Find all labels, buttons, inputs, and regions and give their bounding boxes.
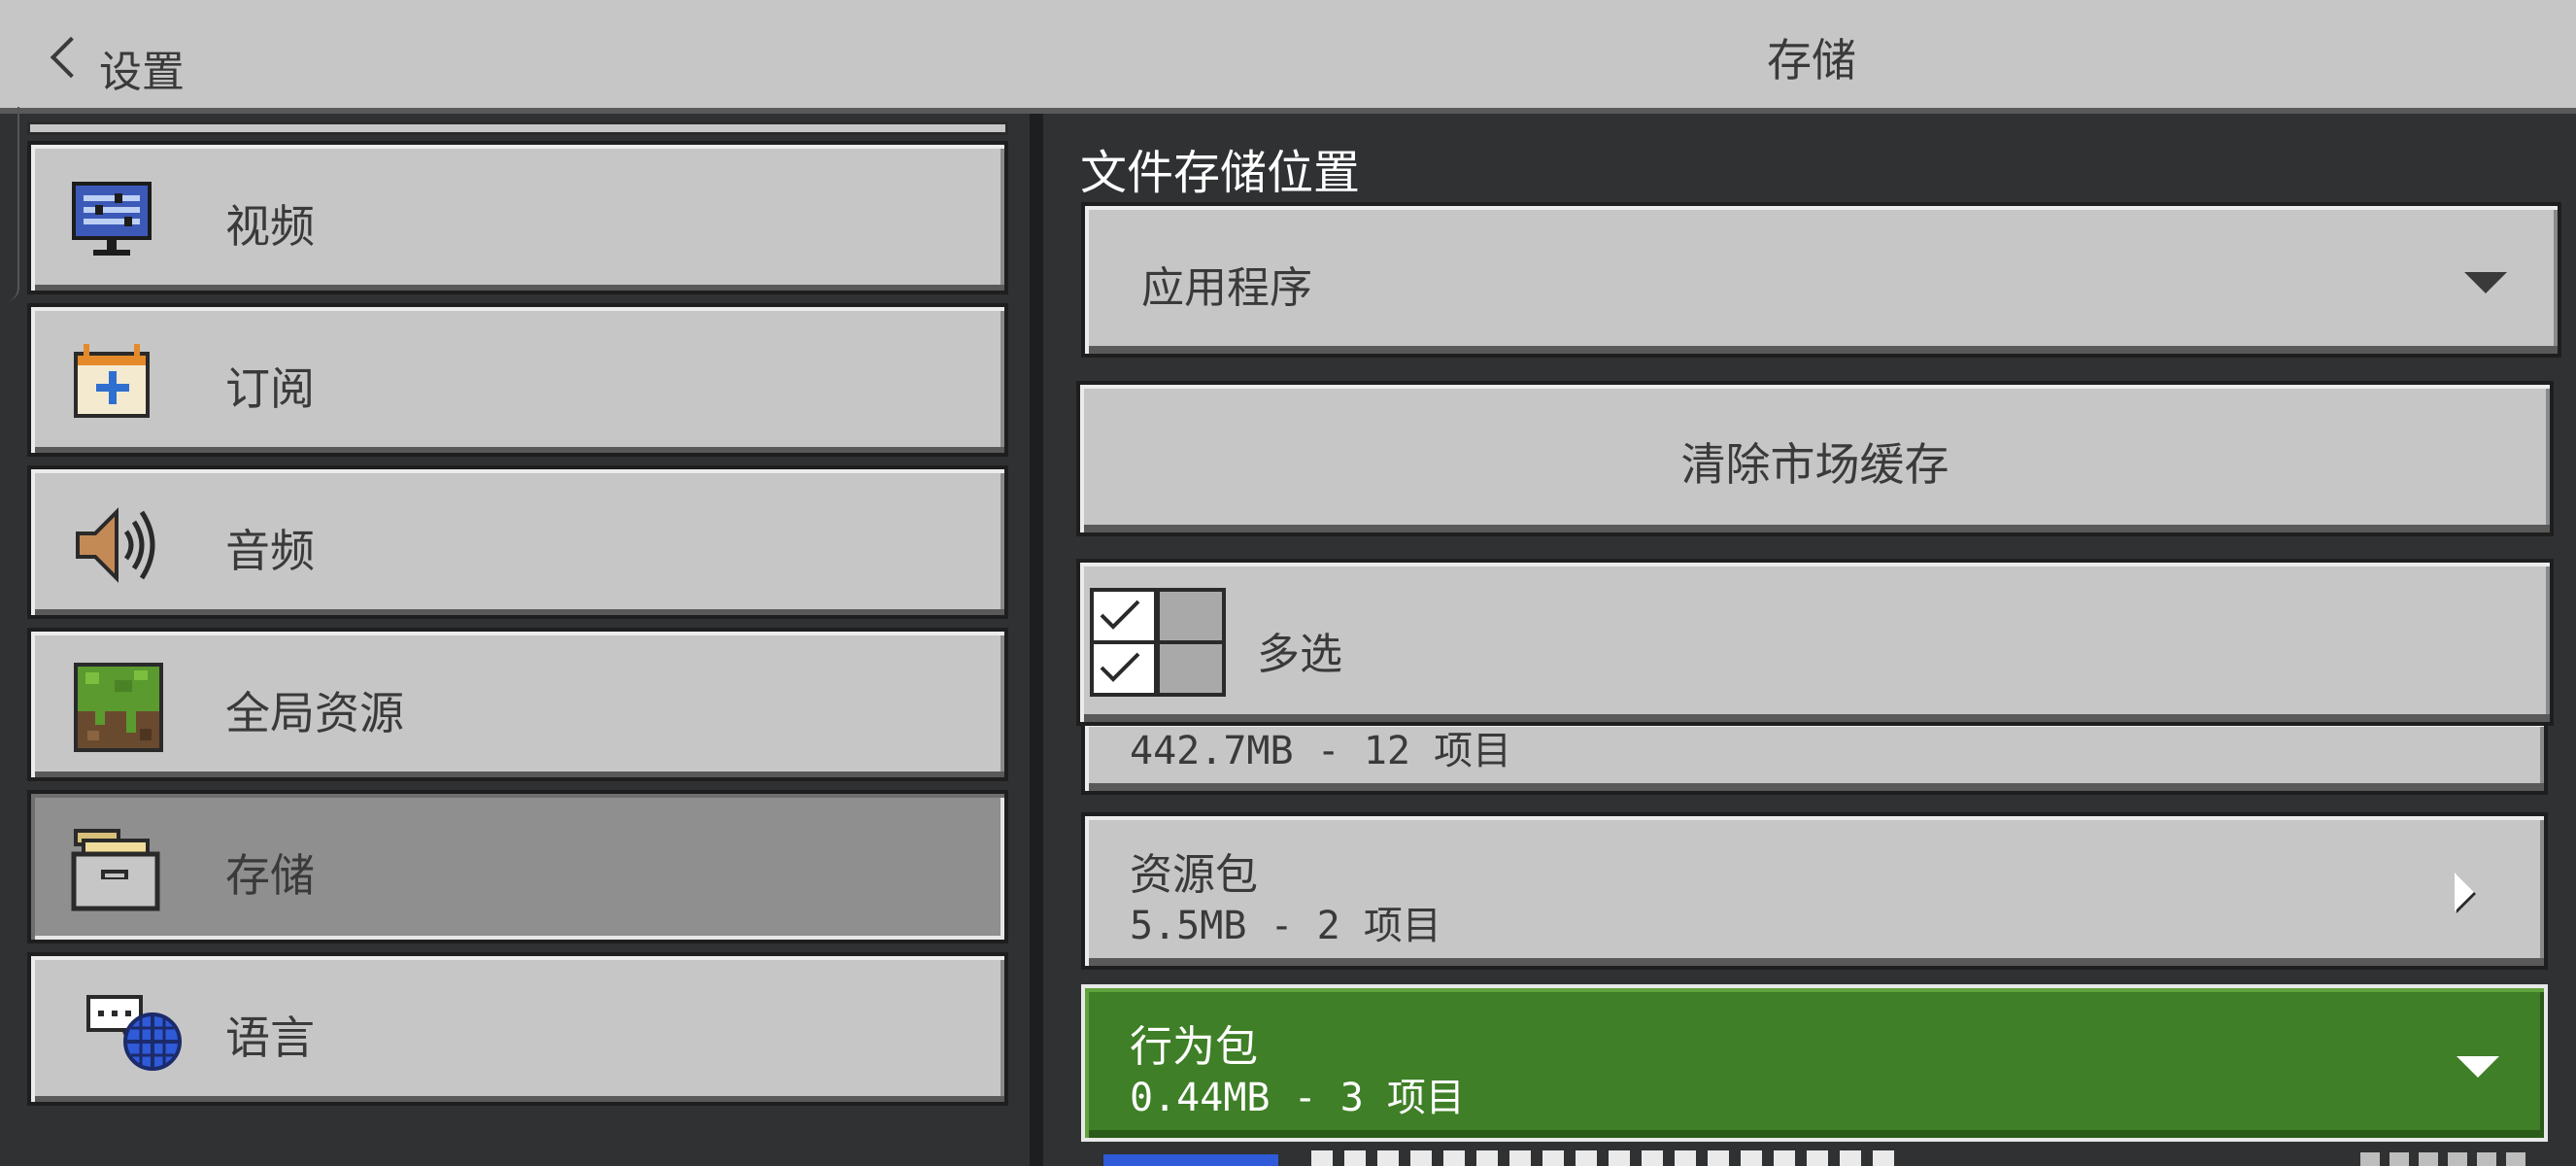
window-edge <box>0 107 19 301</box>
sidebar-item-audio[interactable]: 音频 <box>27 465 1008 619</box>
item-name: 资源包 <box>1130 850 1258 900</box>
item-name: 行为包 <box>1130 1022 1258 1072</box>
language-globe-icon <box>86 995 182 1071</box>
sidebar-item-label: 视频 <box>225 200 315 253</box>
chevron-left-icon <box>50 36 92 79</box>
pack-size-cutoff <box>2360 1152 2535 1166</box>
sidebar-item-label: 存储 <box>225 849 315 902</box>
button-label: 清除市场缓存 <box>1680 438 1949 491</box>
sidebar-item-storage[interactable]: 存储 <box>27 790 1008 943</box>
back-button[interactable]: 设置 <box>19 10 253 102</box>
sidebar-item-global-resources[interactable]: 全局资源 <box>27 628 1008 781</box>
dropdown-selected-value: 应用程序 <box>1141 263 1312 313</box>
sidebar-item-label: 语言 <box>225 1012 315 1064</box>
clear-market-cache-button[interactable]: 清除市场缓存 <box>1076 381 2554 536</box>
chevron-right-icon <box>2455 873 2474 911</box>
sidebar-item-label: 全局资源 <box>225 687 404 739</box>
list-item-cutoff[interactable] <box>1098 1147 2555 1166</box>
list-item-behavior-packs[interactable]: 行为包 0.44MB - 3 项目 <box>1081 984 2548 1142</box>
chevron-down-icon <box>2457 1056 2499 1078</box>
multi-select-label: 多选 <box>1257 630 1342 679</box>
monitor-icon <box>72 182 152 256</box>
list-item-resource-packs[interactable]: 资源包 5.5MB - 2 项目 <box>1081 812 2548 970</box>
sidebar-item-label: 音频 <box>225 525 315 577</box>
grass-block-icon <box>74 663 163 752</box>
item-size: 0.44MB - 3 项目 <box>1130 1076 1465 1120</box>
item-size: 442.7MB - 12 项目 <box>1130 729 1512 773</box>
item-size: 5.5MB - 2 项目 <box>1130 904 1441 948</box>
sidebar-item-video[interactable]: 视频 <box>27 141 1008 294</box>
multi-select-checkbox-icon <box>1090 588 1226 697</box>
back-label: 设置 <box>99 48 185 97</box>
pack-thumbnail <box>1103 1154 1278 1166</box>
section-title: 文件存储位置 <box>1080 146 1361 200</box>
storage-box-icon <box>71 829 160 911</box>
sidebar-item-language[interactable]: 语言 <box>27 952 1008 1106</box>
multi-select-toggle[interactable]: 多选 <box>1076 559 2554 726</box>
sidebar-item-label: 订阅 <box>225 362 315 415</box>
sidebar-item-partial[interactable] <box>27 121 1008 135</box>
panel-divider[interactable] <box>1030 114 1043 1166</box>
speaker-icon <box>76 507 155 583</box>
calendar-icon <box>74 344 150 418</box>
storage-location-dropdown[interactable]: 应用程序 <box>1081 202 2561 358</box>
chevron-down-icon <box>2464 272 2507 293</box>
page-title: 存储 <box>1767 34 1856 86</box>
top-bar: 设置 存储 <box>0 0 2576 114</box>
list-item-partial[interactable]: 442.7MB - 12 项目 <box>1081 719 2548 795</box>
pack-title-cutoff <box>1311 1150 1894 1166</box>
sidebar-item-subscriptions[interactable]: 订阅 <box>27 303 1008 457</box>
